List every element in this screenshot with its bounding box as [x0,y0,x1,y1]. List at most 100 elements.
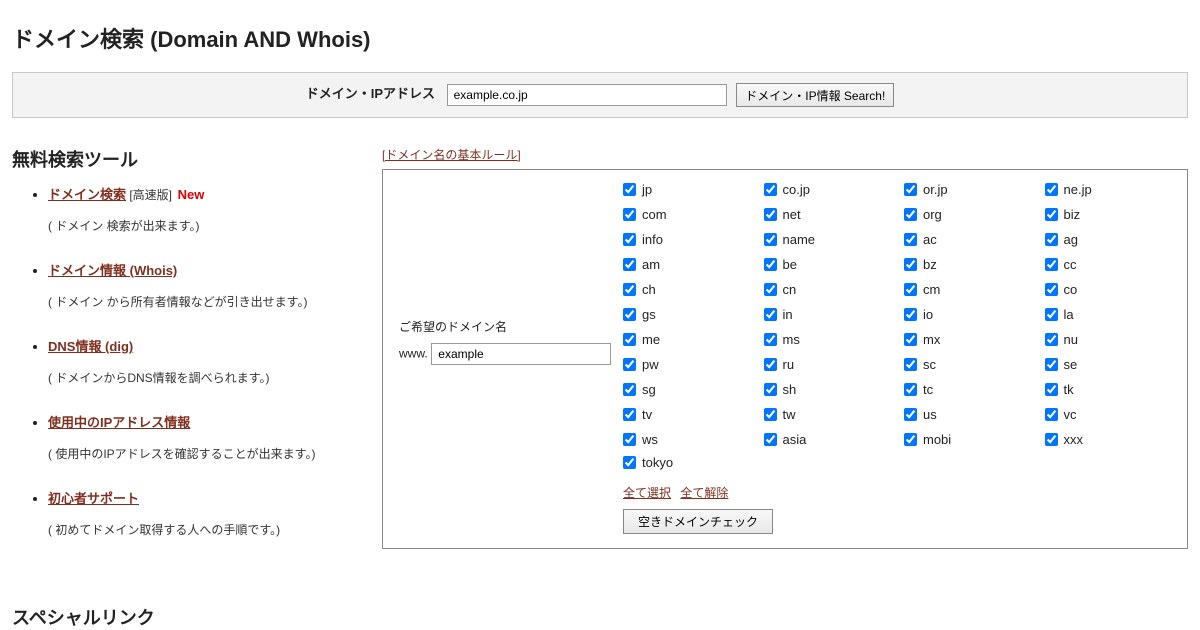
tld-checkbox[interactable] [904,333,917,346]
tld-item[interactable]: us [904,403,1037,426]
tld-item[interactable]: sg [623,378,756,401]
tld-checkbox[interactable] [1045,233,1058,246]
tld-checkbox[interactable] [764,208,777,221]
tld-item[interactable]: ru [764,353,897,376]
tld-checkbox[interactable] [1045,283,1058,296]
tld-item[interactable]: la [1045,303,1178,326]
tld-item[interactable]: asia [764,428,897,451]
tld-item[interactable]: sh [764,378,897,401]
tld-item[interactable]: vc [1045,403,1178,426]
tld-item[interactable]: mobi [904,428,1037,451]
tld-item[interactable]: be [764,253,897,276]
tld-checkbox[interactable] [764,258,777,271]
tld-item[interactable]: cm [904,278,1037,301]
tld-checkbox[interactable] [623,358,636,371]
tld-item[interactable]: ag [1045,228,1178,251]
tld-item[interactable]: co [1045,278,1178,301]
tld-checkbox[interactable] [1045,333,1058,346]
tld-checkbox[interactable] [764,308,777,321]
sidebar-link[interactable]: ドメイン検索 [48,187,126,202]
tld-item[interactable]: org [904,203,1037,226]
wish-domain-input[interactable] [431,343,611,365]
select-all-link[interactable]: 全て選択 [623,486,671,500]
tld-checkbox[interactable] [764,283,777,296]
tld-checkbox[interactable] [1045,308,1058,321]
tld-item[interactable]: tv [623,403,756,426]
tld-checkbox[interactable] [1045,433,1058,446]
search-button[interactable]: ドメイン・IP情報 Search! [736,83,894,107]
tld-checkbox[interactable] [623,433,636,446]
tld-checkbox[interactable] [904,283,917,296]
tld-item[interactable]: pw [623,353,756,376]
tld-item[interactable]: nu [1045,328,1178,351]
tld-item[interactable]: me [623,328,756,351]
tld-checkbox[interactable] [623,283,636,296]
tld-checkbox[interactable] [623,208,636,221]
deselect-all-link[interactable]: 全て解除 [680,486,728,500]
tld-item[interactable]: am [623,253,756,276]
tld-checkbox[interactable] [764,358,777,371]
tld-item[interactable]: se [1045,353,1178,376]
tld-checkbox[interactable] [623,333,636,346]
tld-checkbox[interactable] [904,208,917,221]
tld-checkbox[interactable] [904,358,917,371]
tld-checkbox[interactable] [1045,208,1058,221]
tld-checkbox[interactable] [623,408,636,421]
tld-checkbox[interactable] [904,258,917,271]
tld-checkbox[interactable] [1045,358,1058,371]
sidebar-link[interactable]: 初心者サポート [48,491,139,506]
domain-rules-link[interactable]: [ドメイン名の基本ルール] [382,146,521,163]
sidebar-link[interactable]: 使用中のIPアドレス情報 [48,415,190,430]
tld-checkbox[interactable] [623,183,636,196]
tld-item[interactable]: ms [764,328,897,351]
tld-item[interactable]: tc [904,378,1037,401]
tld-item[interactable]: gs [623,303,756,326]
domain-ip-input[interactable] [447,84,727,106]
tld-checkbox[interactable] [623,308,636,321]
tld-checkbox[interactable] [623,233,636,246]
tld-item[interactable]: cc [1045,253,1178,276]
tld-item[interactable]: biz [1045,203,1178,226]
tld-item[interactable]: ac [904,228,1037,251]
tld-item[interactable]: bz [904,253,1037,276]
tld-item[interactable]: mx [904,328,1037,351]
tld-checkbox[interactable] [1045,383,1058,396]
tld-item[interactable]: xxx [1045,428,1178,451]
tld-item[interactable]: jp [623,178,756,201]
tld-checkbox[interactable] [1045,408,1058,421]
tld-item[interactable]: io [904,303,1037,326]
tld-checkbox[interactable] [764,183,777,196]
tld-item[interactable]: in [764,303,897,326]
tld-item[interactable]: ch [623,278,756,301]
tld-item[interactable]: ne.jp [1045,178,1178,201]
tld-checkbox[interactable] [764,433,777,446]
check-domain-button[interactable]: 空きドメインチェック [623,509,773,534]
tld-checkbox[interactable] [764,383,777,396]
sidebar-link[interactable]: DNS情報 (dig) [48,339,133,354]
tld-checkbox[interactable] [904,408,917,421]
tld-checkbox[interactable] [764,333,777,346]
tld-checkbox[interactable] [1045,258,1058,271]
tld-item-last[interactable]: tokyo [623,451,1177,474]
tld-checkbox[interactable] [623,258,636,271]
tld-item[interactable]: tw [764,403,897,426]
tld-checkbox[interactable] [764,408,777,421]
tld-checkbox[interactable] [904,383,917,396]
tld-item[interactable]: tk [1045,378,1178,401]
tld-checkbox[interactable] [623,456,636,469]
tld-checkbox[interactable] [904,233,917,246]
sidebar-link[interactable]: ドメイン情報 (Whois) [48,263,177,278]
tld-item[interactable]: cn [764,278,897,301]
tld-item[interactable]: name [764,228,897,251]
tld-item[interactable]: sc [904,353,1037,376]
tld-item[interactable]: co.jp [764,178,897,201]
tld-checkbox[interactable] [904,183,917,196]
tld-item[interactable]: ws [623,428,756,451]
tld-item[interactable]: net [764,203,897,226]
tld-item[interactable]: com [623,203,756,226]
tld-checkbox[interactable] [623,383,636,396]
tld-checkbox[interactable] [904,433,917,446]
tld-item[interactable]: info [623,228,756,251]
tld-checkbox[interactable] [764,233,777,246]
tld-item[interactable]: or.jp [904,178,1037,201]
